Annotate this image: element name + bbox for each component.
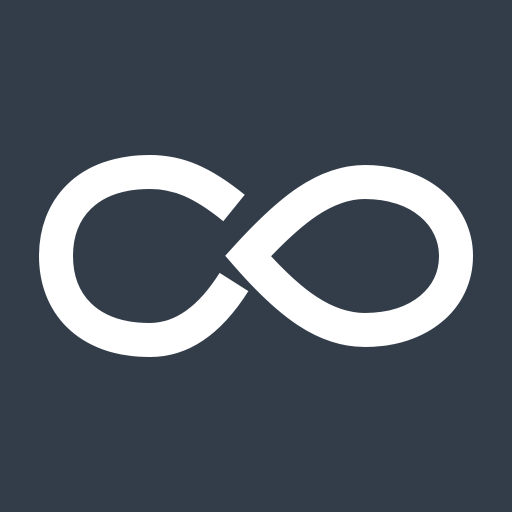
infinity-icon [38, 154, 474, 358]
infinity-left-loop [38, 154, 249, 358]
app-icon [0, 0, 512, 512]
infinity-right-loop [225, 164, 474, 348]
